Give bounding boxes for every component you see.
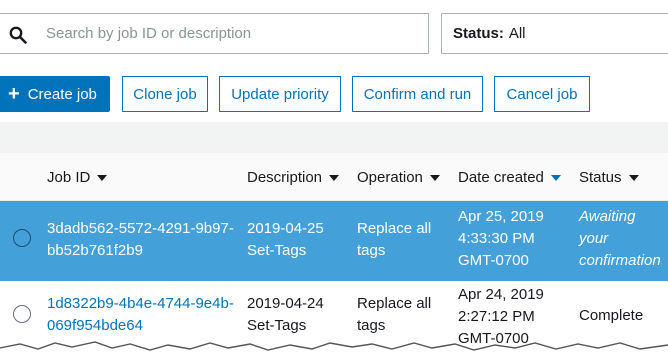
- row-radio-button[interactable]: [13, 229, 31, 247]
- status-filter[interactable]: Status: All: [441, 13, 668, 54]
- column-header-description[interactable]: Description: [247, 169, 340, 186]
- row-radio-button[interactable]: [13, 305, 31, 323]
- column-header-label: Description: [247, 169, 323, 186]
- operation-text: tags: [357, 242, 386, 259]
- clone-job-button[interactable]: Clone job: [122, 76, 208, 112]
- cancel-job-button[interactable]: Cancel job: [494, 76, 590, 112]
- table-header: Job ID Description Operation Date create…: [0, 153, 668, 201]
- status-filter-value: All: [508, 25, 526, 42]
- table-row[interactable]: 3dadb562-5572-4291-9b97- bb52b761f2b9 20…: [0, 201, 668, 281]
- update-priority-label: Update priority: [231, 85, 329, 103]
- sort-caret-icon: [329, 174, 340, 181]
- time-text: 4:33:30 PM: [458, 230, 535, 247]
- column-header-label: Date created: [458, 169, 544, 186]
- status-cell: Complete: [579, 305, 643, 327]
- column-header-label: Job ID: [47, 169, 91, 186]
- operation-cell: Replace all tags: [357, 293, 431, 337]
- column-header-date-created[interactable]: Date created: [458, 169, 561, 186]
- status-filter-label: Status:: [453, 25, 504, 42]
- toolbar-divider: [0, 122, 668, 153]
- confirm-and-run-button[interactable]: Confirm and run: [352, 76, 483, 112]
- sort-caret-icon: [429, 174, 440, 181]
- column-header-label: Operation: [357, 169, 423, 186]
- status-text: Awaiting: [579, 208, 636, 225]
- date-created-cell: Apr 25, 2019 4:33:30 PM GMT-0700: [458, 206, 544, 272]
- date-text: Apr 24, 2019: [458, 286, 544, 303]
- job-id-text: bb52b761f2b9: [47, 242, 143, 259]
- cancel-job-label: Cancel job: [506, 85, 578, 103]
- column-header-operation[interactable]: Operation: [357, 169, 440, 186]
- create-job-label: Create job: [27, 85, 97, 103]
- search-icon: [9, 26, 27, 44]
- status-text: Complete: [579, 307, 644, 324]
- status-text: confirmation: [579, 252, 661, 269]
- clone-job-label: Clone job: [133, 85, 197, 103]
- search-box[interactable]: [0, 13, 429, 54]
- operation-text: Replace all: [357, 295, 432, 312]
- status-cell: Awaiting your confirmation: [579, 206, 661, 272]
- date-text: Apr 25, 2019: [458, 208, 544, 225]
- update-priority-button[interactable]: Update priority: [219, 76, 341, 112]
- time-text: 2:27:12 PM: [458, 308, 535, 325]
- description-text: Set-Tags: [247, 242, 307, 259]
- confirm-and-run-label: Confirm and run: [363, 85, 472, 103]
- column-header-job-id[interactable]: Job ID: [47, 169, 108, 186]
- status-text: your: [579, 230, 609, 247]
- sort-caret-icon: [97, 174, 108, 181]
- column-header-status[interactable]: Status: [579, 169, 639, 186]
- operation-text: Replace all: [357, 220, 432, 237]
- sort-active-caret-icon: [550, 174, 561, 181]
- description-cell: 2019-04-24 Set-Tags: [247, 293, 324, 337]
- description-text: 2019-04-24: [247, 295, 324, 312]
- sort-caret-icon: [628, 174, 639, 181]
- job-id-link[interactable]: 3dadb562-5572-4291-9b97- bb52b761f2b9: [47, 218, 234, 262]
- job-id-text: 1d8322b9-4b4e-4744-9e4b-: [47, 295, 234, 312]
- operation-cell: Replace all tags: [357, 218, 431, 262]
- create-job-button[interactable]: + Create job: [0, 76, 110, 112]
- description-text: 2019-04-25: [247, 220, 324, 237]
- plus-icon: +: [8, 83, 20, 105]
- job-id-text: 3dadb562-5572-4291-9b97-: [47, 220, 234, 237]
- job-id-link[interactable]: 1d8322b9-4b4e-4744-9e4b- 069f954bde64: [47, 293, 234, 337]
- description-cell: 2019-04-25 Set-Tags: [247, 218, 324, 262]
- column-header-label: Status: [579, 169, 622, 186]
- timezone-text: GMT-0700: [458, 252, 529, 269]
- search-input[interactable]: [44, 14, 424, 53]
- torn-edge-decoration: [0, 341, 668, 356]
